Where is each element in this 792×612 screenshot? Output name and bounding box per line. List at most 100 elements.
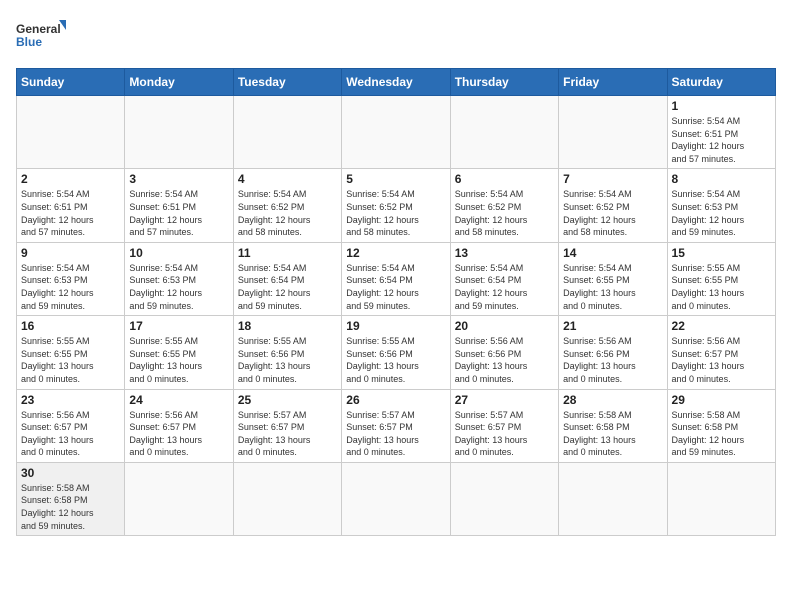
day-number: 6	[455, 172, 554, 186]
day-number: 25	[238, 393, 337, 407]
calendar-cell: 20 Sunrise: 5:56 AM Sunset: 6:56 PM Dayli…	[450, 316, 558, 389]
calendar-cell: 15 Sunrise: 5:55 AM Sunset: 6:55 PM Dayli…	[667, 242, 775, 315]
logo: General Blue	[16, 16, 66, 56]
day-info: Sunrise: 5:57 AM Sunset: 6:57 PM Dayligh…	[346, 409, 445, 459]
week-row-4: 16 Sunrise: 5:55 AM Sunset: 6:55 PM Dayli…	[17, 316, 776, 389]
calendar-cell	[233, 96, 341, 169]
calendar-cell: 6 Sunrise: 5:54 AM Sunset: 6:52 PM Daylig…	[450, 169, 558, 242]
calendar-cell	[233, 462, 341, 535]
weekday-header-sunday: Sunday	[17, 69, 125, 96]
day-info: Sunrise: 5:56 AM Sunset: 6:57 PM Dayligh…	[672, 335, 771, 385]
calendar-cell: 10Sunrise: 5:54 AM Sunset: 6:53 PM Dayli…	[125, 242, 233, 315]
calendar-cell: 24 Sunrise: 5:56 AM Sunset: 6:57 PM Dayli…	[125, 389, 233, 462]
calendar-cell	[559, 462, 667, 535]
day-info: Sunrise: 5:55 AM Sunset: 6:56 PM Dayligh…	[238, 335, 337, 385]
day-number: 24	[129, 393, 228, 407]
day-number: 7	[563, 172, 662, 186]
calendar-cell: 8 Sunrise: 5:54 AM Sunset: 6:53 PM Daylig…	[667, 169, 775, 242]
day-info: Sunrise: 5:56 AM Sunset: 6:57 PM Dayligh…	[129, 409, 228, 459]
day-number: 13	[455, 246, 554, 260]
calendar-cell	[342, 96, 450, 169]
calendar-cell: 4Sunrise: 5:54 AM Sunset: 6:52 PM Daylig…	[233, 169, 341, 242]
svg-text:Blue: Blue	[16, 35, 42, 49]
weekday-header-monday: Monday	[125, 69, 233, 96]
day-number: 3	[129, 172, 228, 186]
calendar-cell: 12Sunrise: 5:54 AM Sunset: 6:54 PM Dayli…	[342, 242, 450, 315]
day-number: 28	[563, 393, 662, 407]
svg-text:General: General	[16, 22, 61, 36]
calendar-cell: 18 Sunrise: 5:55 AM Sunset: 6:56 PM Dayli…	[233, 316, 341, 389]
weekday-header-wednesday: Wednesday	[342, 69, 450, 96]
calendar-cell	[125, 462, 233, 535]
day-number: 9	[21, 246, 120, 260]
calendar-cell: 30Sunrise: 5:58 AM Sunset: 6:58 PM Dayli…	[17, 462, 125, 535]
calendar-cell: 25 Sunrise: 5:57 AM Sunset: 6:57 PM Dayli…	[233, 389, 341, 462]
day-number: 16	[21, 319, 120, 333]
day-info: Sunrise: 5:54 AM Sunset: 6:52 PM Dayligh…	[346, 188, 445, 238]
calendar-cell: 26 Sunrise: 5:57 AM Sunset: 6:57 PM Dayli…	[342, 389, 450, 462]
day-number: 1	[672, 99, 771, 113]
day-info: Sunrise: 5:57 AM Sunset: 6:57 PM Dayligh…	[455, 409, 554, 459]
day-number: 2	[21, 172, 120, 186]
day-number: 14	[563, 246, 662, 260]
week-row-6: 30Sunrise: 5:58 AM Sunset: 6:58 PM Dayli…	[17, 462, 776, 535]
day-info: Sunrise: 5:54 AM Sunset: 6:53 PM Dayligh…	[21, 262, 120, 312]
day-info: Sunrise: 5:54 AM Sunset: 6:52 PM Dayligh…	[455, 188, 554, 238]
day-number: 12	[346, 246, 445, 260]
day-info: Sunrise: 5:55 AM Sunset: 6:55 PM Dayligh…	[129, 335, 228, 385]
day-info: Sunrise: 5:54 AM Sunset: 6:51 PM Dayligh…	[672, 115, 771, 165]
day-number: 15	[672, 246, 771, 260]
calendar-cell: 14 Sunrise: 5:54 AM Sunset: 6:55 PM Dayli…	[559, 242, 667, 315]
calendar-cell: 28 Sunrise: 5:58 AM Sunset: 6:58 PM Dayli…	[559, 389, 667, 462]
day-number: 20	[455, 319, 554, 333]
day-number: 29	[672, 393, 771, 407]
day-info: Sunrise: 5:54 AM Sunset: 6:55 PM Dayligh…	[563, 262, 662, 312]
day-info: Sunrise: 5:56 AM Sunset: 6:56 PM Dayligh…	[563, 335, 662, 385]
day-info: Sunrise: 5:58 AM Sunset: 6:58 PM Dayligh…	[672, 409, 771, 459]
day-info: Sunrise: 5:54 AM Sunset: 6:54 PM Dayligh…	[455, 262, 554, 312]
weekday-header-thursday: Thursday	[450, 69, 558, 96]
calendar-cell	[342, 462, 450, 535]
day-number: 17	[129, 319, 228, 333]
day-info: Sunrise: 5:58 AM Sunset: 6:58 PM Dayligh…	[563, 409, 662, 459]
calendar-cell	[559, 96, 667, 169]
calendar-cell: 11 Sunrise: 5:54 AM Sunset: 6:54 PM Dayli…	[233, 242, 341, 315]
calendar-cell	[17, 96, 125, 169]
calendar-cell: 2Sunrise: 5:54 AM Sunset: 6:51 PM Daylig…	[17, 169, 125, 242]
calendar-cell: 21Sunrise: 5:56 AM Sunset: 6:56 PM Dayli…	[559, 316, 667, 389]
day-number: 11	[238, 246, 337, 260]
calendar-cell: 13 Sunrise: 5:54 AM Sunset: 6:54 PM Dayli…	[450, 242, 558, 315]
day-number: 10	[129, 246, 228, 260]
calendar-cell: 9 Sunrise: 5:54 AM Sunset: 6:53 PM Daylig…	[17, 242, 125, 315]
day-info: Sunrise: 5:56 AM Sunset: 6:56 PM Dayligh…	[455, 335, 554, 385]
day-number: 30	[21, 466, 120, 480]
day-info: Sunrise: 5:54 AM Sunset: 6:53 PM Dayligh…	[672, 188, 771, 238]
calendar-cell: 3 Sunrise: 5:54 AM Sunset: 6:51 PM Daylig…	[125, 169, 233, 242]
calendar-cell: 23 Sunrise: 5:56 AM Sunset: 6:57 PM Dayli…	[17, 389, 125, 462]
day-number: 22	[672, 319, 771, 333]
calendar-cell: 22 Sunrise: 5:56 AM Sunset: 6:57 PM Dayli…	[667, 316, 775, 389]
calendar-cell: 17 Sunrise: 5:55 AM Sunset: 6:55 PM Dayli…	[125, 316, 233, 389]
calendar-cell: 19Sunrise: 5:55 AM Sunset: 6:56 PM Dayli…	[342, 316, 450, 389]
day-info: Sunrise: 5:55 AM Sunset: 6:55 PM Dayligh…	[672, 262, 771, 312]
calendar-cell: 29 Sunrise: 5:58 AM Sunset: 6:58 PM Dayli…	[667, 389, 775, 462]
day-info: Sunrise: 5:54 AM Sunset: 6:54 PM Dayligh…	[238, 262, 337, 312]
logo-svg: General Blue	[16, 16, 66, 56]
day-info: Sunrise: 5:57 AM Sunset: 6:57 PM Dayligh…	[238, 409, 337, 459]
day-number: 18	[238, 319, 337, 333]
day-number: 8	[672, 172, 771, 186]
weekday-header-saturday: Saturday	[667, 69, 775, 96]
day-info: Sunrise: 5:54 AM Sunset: 6:52 PM Dayligh…	[563, 188, 662, 238]
weekday-header-friday: Friday	[559, 69, 667, 96]
day-info: Sunrise: 5:56 AM Sunset: 6:57 PM Dayligh…	[21, 409, 120, 459]
calendar-cell: 7 Sunrise: 5:54 AM Sunset: 6:52 PM Daylig…	[559, 169, 667, 242]
weekday-header-row: SundayMondayTuesdayWednesdayThursdayFrid…	[17, 69, 776, 96]
day-info: Sunrise: 5:54 AM Sunset: 6:51 PM Dayligh…	[129, 188, 228, 238]
day-info: Sunrise: 5:54 AM Sunset: 6:52 PM Dayligh…	[238, 188, 337, 238]
day-number: 26	[346, 393, 445, 407]
week-row-2: 2 Sunrise: 5:54 AM Sunset: 6:51 PM Daylig…	[17, 169, 776, 242]
week-row-5: 23 Sunrise: 5:56 AM Sunset: 6:57 PM Dayli…	[17, 389, 776, 462]
calendar-cell: 1 Sunrise: 5:54 AM Sunset: 6:51 PM Daylig…	[667, 96, 775, 169]
day-number: 5	[346, 172, 445, 186]
day-number: 23	[21, 393, 120, 407]
